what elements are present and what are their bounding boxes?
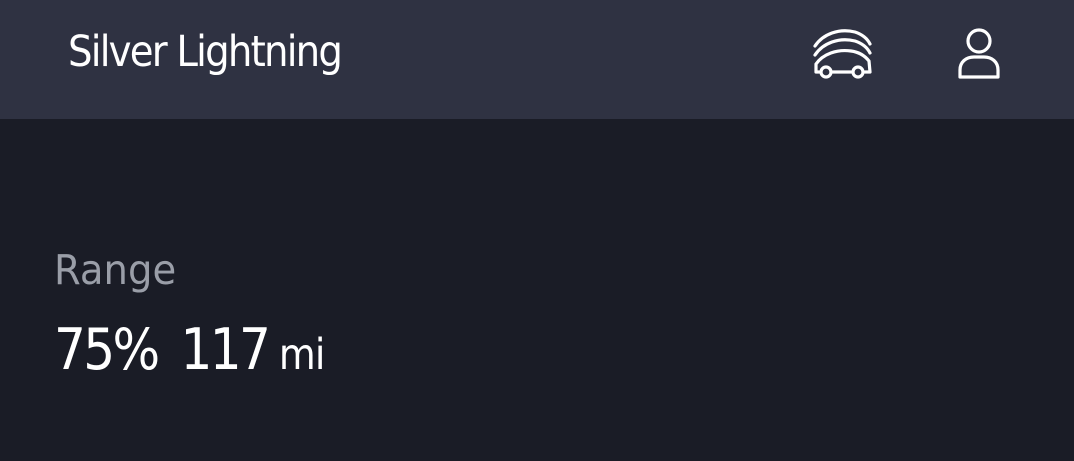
vehicles-button[interactable]: [809, 22, 873, 86]
account-icon: [958, 28, 1000, 79]
app-screen: Silver Lightning Range 75% 117 mi: [0, 0, 1074, 461]
account-button[interactable]: [946, 22, 1010, 86]
header-bar: Silver Lightning: [0, 0, 1074, 119]
range-section: Range 75% 117 mi: [54, 240, 361, 387]
vehicle-name[interactable]: Silver Lightning: [68, 22, 343, 82]
range-label: Range: [54, 246, 177, 294]
range-distance: 117: [180, 317, 270, 383]
range-percent: 75%: [54, 317, 160, 383]
vehicles-icon: [813, 29, 872, 79]
range-values: 75% 117 mi: [54, 317, 325, 387]
range-unit: mi: [278, 330, 325, 380]
